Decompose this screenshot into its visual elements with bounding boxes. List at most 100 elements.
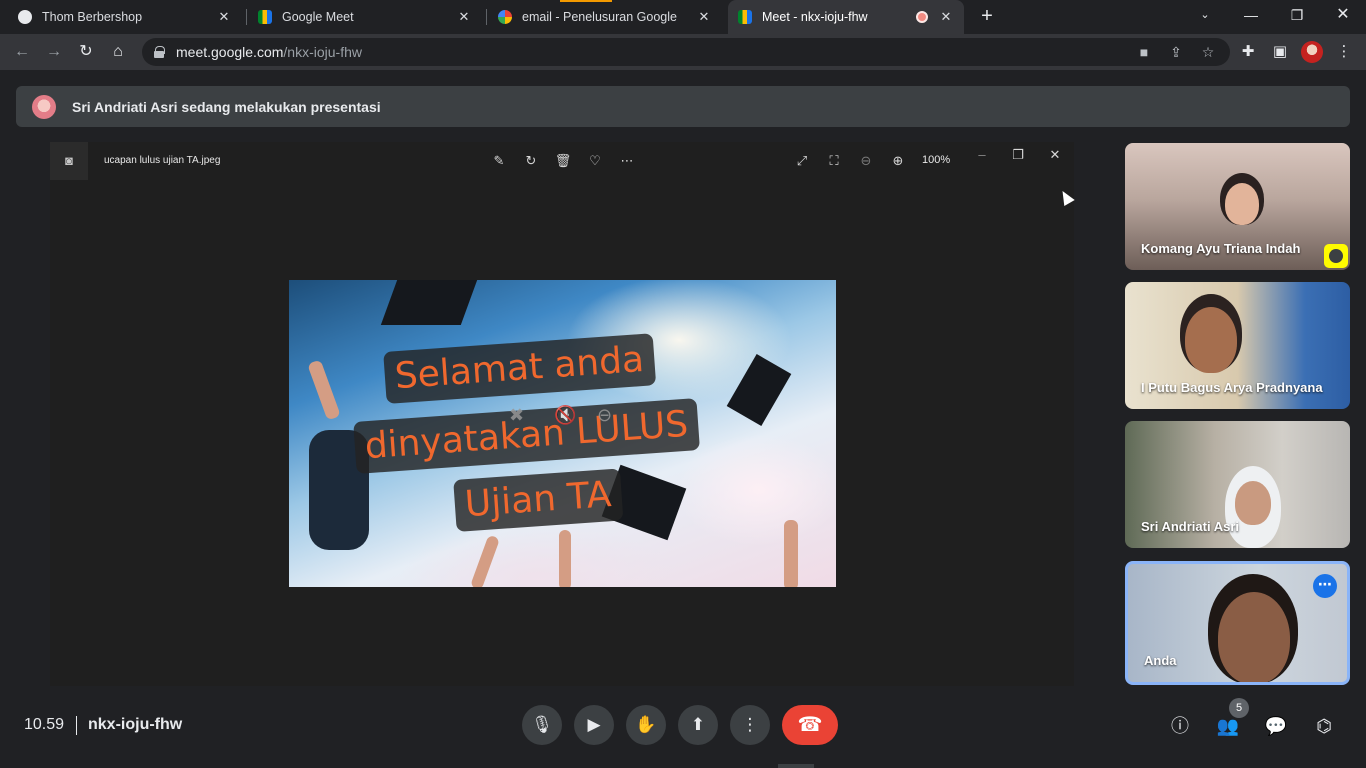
viewer-restore-icon[interactable]: ❐ <box>1009 146 1027 164</box>
side-panel-icon[interactable]: ▣ <box>1269 41 1291 63</box>
hand-icon: ✋ <box>635 715 657 734</box>
meeting-code: nkx-ioju-fhw <box>88 716 183 733</box>
delete-icon[interactable]: 🗑 <box>554 152 572 170</box>
participant-tile[interactable]: I Putu Bagus Arya Pradnyana <box>1125 282 1350 409</box>
zoom-out-icon[interactable]: ⊖ <box>857 152 875 170</box>
activities-icon[interactable]: ⌬ <box>1312 714 1336 738</box>
menu-icon[interactable]: ⋮ <box>1333 41 1355 63</box>
participant-face <box>1218 592 1290 682</box>
participant-name: Anda <box>1144 653 1177 668</box>
photo-viewer-toolbar: ◙ ucapan lulus ujian TA.jpeg ✎ ↻ 🗑 ♡ ⋯ ⤢… <box>50 142 1074 180</box>
close-icon[interactable]: ✕ <box>696 9 712 25</box>
minimize-button[interactable]: — <box>1228 0 1274 32</box>
home-icon[interactable]: ⌂ <box>107 41 129 63</box>
taskbar-handle <box>778 764 814 768</box>
participant-name: Sri Andriati Asri <box>1141 519 1240 534</box>
raised-hand <box>469 534 501 587</box>
participant-tile[interactable]: Komang Ayu Triana Indah <box>1125 143 1350 270</box>
github-icon <box>18 10 32 24</box>
viewer-minimize-icon[interactable]: – <box>973 146 991 164</box>
camera-button[interactable]: ▶ <box>574 705 614 745</box>
profile-avatar[interactable] <box>1301 41 1323 63</box>
hangup-icon: ☎ <box>797 714 823 736</box>
favorite-icon[interactable]: ♡ <box>586 152 604 170</box>
participant-face <box>1185 307 1237 373</box>
tab-title: Meet - nkx-ioju-fhw <box>762 10 868 24</box>
self-video-tile[interactable]: Anda ⋯ <box>1125 561 1350 685</box>
participant-name: I Putu Bagus Arya Pradnyana <box>1141 380 1323 395</box>
camera-icon: ▶ <box>587 715 601 734</box>
meeting-info-icon[interactable]: ⓘ <box>1168 714 1192 738</box>
tab-search-icon[interactable]: ⌄ <box>1182 0 1228 32</box>
raise-hand-button[interactable]: ✋ <box>626 705 666 745</box>
tab-google-search[interactable]: email - Penelusuran Google ✕ <box>488 0 722 34</box>
tab-thom-berbershop[interactable]: Thom Berbershop ✕ <box>8 0 242 34</box>
raised-hand <box>307 359 341 421</box>
tab-strip: Thom Berbershop ✕ Google Meet ✕ email - … <box>0 0 1366 34</box>
forward-icon[interactable]: → <box>43 41 65 63</box>
restore-button[interactable]: ❐ <box>1274 0 1320 32</box>
presenter-avatar <box>32 94 56 119</box>
fullscreen-icon[interactable]: ⤢ <box>793 152 811 170</box>
extensions-icon[interactable]: ✚ <box>1237 41 1259 63</box>
browser-toolbar: ← → ↻ ⌂ meet.google.com/nkx-ioju-fhw ■ ⇪… <box>0 34 1366 70</box>
photos-app-icon: ◙ <box>50 142 88 180</box>
present-screen-button[interactable]: ⬆ <box>678 705 718 745</box>
more-vert-icon: ⋮ <box>741 715 759 734</box>
microphone-button[interactable]: 🎙 <box>522 705 562 745</box>
image-caption-line-1: Selamat anda <box>383 333 656 404</box>
recording-icon <box>916 11 928 23</box>
snapchat-icon <box>1324 244 1348 268</box>
remove-icon[interactable]: ⊖ <box>597 405 612 426</box>
tab-title: Thom Berbershop <box>42 10 143 24</box>
tab-separator <box>486 9 487 25</box>
bookmark-star-icon[interactable]: ☆ <box>1198 42 1218 62</box>
participant-face <box>1235 481 1271 525</box>
raised-hand <box>784 520 798 587</box>
url-path: /nkx-ioju-fhw <box>283 44 362 60</box>
tab-meet-active[interactable]: Meet - nkx-ioju-fhw ✕ <box>728 0 964 34</box>
meet-icon <box>258 10 272 24</box>
presentation-banner: Sri Andriati Asri sedang melakukan prese… <box>16 86 1350 127</box>
reload-icon[interactable]: ↻ <box>75 41 97 63</box>
participant-tile[interactable]: Sri Andriati Asri <box>1125 421 1350 548</box>
raised-hand <box>559 530 571 587</box>
more-options-icon[interactable]: ⋯ <box>1313 574 1337 598</box>
unpin-icon[interactable]: ✖ <box>509 405 524 426</box>
tab-separator <box>246 9 247 25</box>
url-host: meet.google.com <box>176 44 284 60</box>
edit-image-icon[interactable]: ✎ <box>490 152 508 170</box>
mute-icon[interactable]: 🔇 <box>554 405 576 426</box>
presentation-banner-text: Sri Andriati Asri sedang melakukan prese… <box>72 98 381 115</box>
more-options-button[interactable]: ⋮ <box>730 705 770 745</box>
tab-google-meet[interactable]: Google Meet ✕ <box>248 0 482 34</box>
graduation-cap <box>380 280 478 325</box>
camera-in-use-icon[interactable]: ■ <box>1134 42 1154 62</box>
new-tab-button[interactable]: + <box>976 5 998 27</box>
leave-call-button[interactable]: ☎ <box>782 705 838 745</box>
zoom-in-icon[interactable]: ⊕ <box>889 152 907 170</box>
image-caption-line-3: Ujian TA <box>453 468 623 532</box>
share-icon[interactable]: ⇪ <box>1166 42 1186 62</box>
fit-to-window-icon[interactable]: ⛶ <box>825 152 843 170</box>
close-icon[interactable]: ✕ <box>216 9 232 25</box>
rotate-icon[interactable]: ↻ <box>522 152 540 170</box>
lock-icon[interactable] <box>154 46 165 58</box>
address-bar[interactable]: meet.google.com/nkx-ioju-fhw ■ ⇪ ☆ <box>142 38 1230 66</box>
close-icon[interactable]: ✕ <box>456 9 472 25</box>
tab-title: email - Penelusuran Google <box>522 10 677 24</box>
shared-screen: ◙ ucapan lulus ujian TA.jpeg ✎ ↻ 🗑 ♡ ⋯ ⤢… <box>50 142 1074 686</box>
back-icon[interactable]: ← <box>11 41 33 63</box>
close-window-button[interactable]: ✕ <box>1320 0 1366 32</box>
graduation-image: Selamat anda dinyatakan LULUS Ujian TA ✖… <box>289 280 836 587</box>
chat-icon[interactable]: 💬 <box>1264 714 1288 738</box>
more-options-icon[interactable]: ⋯ <box>618 152 636 170</box>
viewer-close-icon[interactable]: ✕ <box>1046 146 1064 164</box>
close-icon[interactable]: ✕ <box>938 9 954 25</box>
participant-name: Komang Ayu Triana Indah <box>1141 241 1301 256</box>
meet-icon <box>738 10 752 24</box>
present-icon: ⬆ <box>690 715 706 734</box>
tab-title: Google Meet <box>282 10 354 24</box>
participant-face <box>1225 183 1259 225</box>
google-icon <box>498 10 512 24</box>
